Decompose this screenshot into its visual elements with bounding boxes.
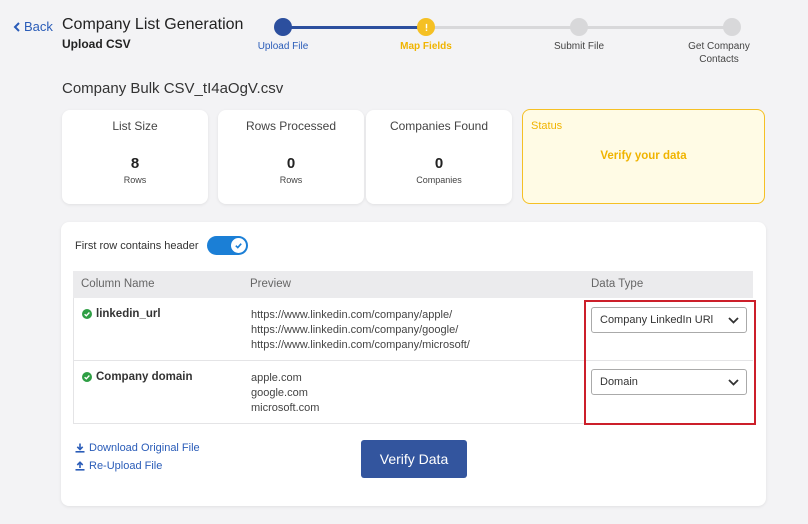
stat-value: 0 — [434, 155, 444, 172]
preview-values: apple.com google.com microsoft.com — [251, 371, 319, 416]
step-map-fields-label: Map Fields — [400, 41, 452, 52]
data-type-header: Data Type — [591, 278, 644, 290]
stat-unit: Rows — [123, 175, 147, 185]
stat-value: 0 — [286, 155, 296, 172]
column-name-text: linkedin_url — [96, 308, 161, 320]
preview-value: microsoft.com — [251, 402, 320, 414]
stat-rows-processed: Rows Processed 0 Rows — [218, 110, 364, 204]
preview-value: google.com — [251, 387, 308, 399]
stat-label: List Size — [112, 119, 158, 133]
step-submit-file-dot — [570, 18, 588, 36]
reupload-link[interactable]: Re-Upload File — [75, 460, 162, 472]
file-title: Company Bulk CSV_tI4aOgV.csv — [62, 80, 284, 97]
column-name-header: Column Name — [81, 278, 155, 290]
stat-label: Rows Processed — [245, 119, 337, 133]
download-label: Download Original File — [89, 442, 200, 454]
reupload-label: Re-Upload File — [89, 460, 163, 472]
page-title: Company List Generation — [62, 16, 244, 33]
step-get-contacts-dot — [723, 18, 741, 36]
step-submit-file-label: Submit File — [553, 41, 604, 52]
column-name: Company domain — [82, 371, 192, 383]
preview-values: https://www.linkedin.com/company/apple/ … — [251, 308, 470, 353]
stat-companies-found: Companies Found 0 Companies — [366, 110, 512, 204]
upload-icon — [75, 461, 85, 471]
back-link[interactable]: Back — [12, 19, 53, 34]
preview-value: apple.com — [251, 372, 302, 384]
data-type-highlight-box — [584, 300, 756, 425]
status-card: Status Verify your data — [522, 109, 765, 204]
header-toggle-label: First row contains header — [75, 240, 199, 252]
check-circle-icon — [82, 372, 92, 382]
stepper-line-done — [283, 26, 426, 29]
preview-value: https://www.linkedin.com/company/microso… — [251, 339, 470, 351]
check-circle-icon — [82, 309, 92, 319]
alert-icon — [425, 23, 427, 31]
step-upload-file-label[interactable]: Upload File — [238, 40, 328, 53]
toggle-knob — [231, 238, 246, 253]
step-upload-file-dot — [274, 18, 292, 36]
preview-value: https://www.linkedin.com/company/apple/ — [251, 309, 453, 321]
table-header: Column Name Preview Data Type — [73, 271, 753, 298]
stat-unit: Rows — [279, 175, 303, 185]
stat-list-size: List Size 8 Rows — [62, 110, 208, 204]
status-text: Verify your data — [600, 150, 687, 162]
stat-unit: Companies — [416, 175, 462, 185]
back-label: Back — [24, 19, 53, 34]
step-map-fields-dot — [417, 18, 435, 36]
check-icon — [235, 243, 242, 249]
column-name-text: Company domain — [96, 371, 193, 383]
column-name: linkedin_url — [82, 308, 161, 320]
download-original-link[interactable]: Download Original File — [75, 442, 200, 454]
chevron-left-icon — [13, 21, 20, 32]
preview-value: https://www.linkedin.com/company/google/ — [251, 324, 459, 336]
stat-value: 8 — [130, 155, 140, 172]
page-subtitle: Upload CSV — [62, 37, 131, 51]
download-icon — [75, 443, 85, 453]
step-get-contacts-label: Get Company Contacts — [688, 41, 750, 65]
preview-header: Preview — [250, 278, 291, 290]
verify-data-button[interactable]: Verify Data — [361, 440, 467, 478]
header-row-toggle[interactable] — [207, 236, 248, 255]
stat-label: Companies Found — [389, 119, 489, 133]
status-label: Status — [531, 120, 563, 132]
